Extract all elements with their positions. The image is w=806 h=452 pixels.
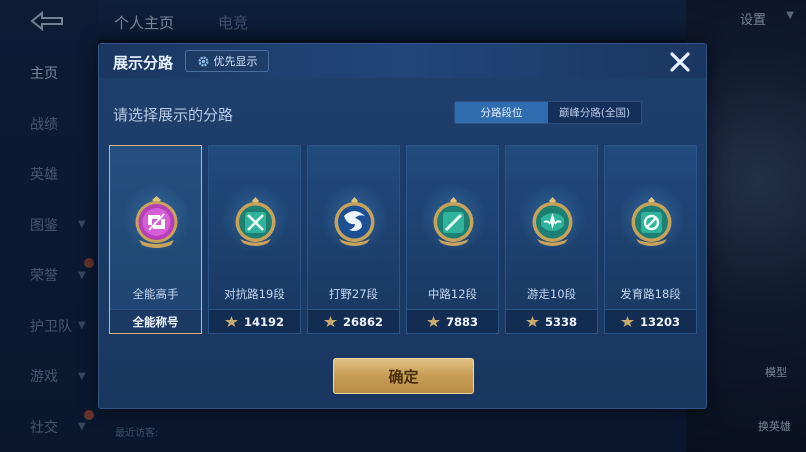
lane-card-name: 对抗路19段 (224, 287, 285, 301)
lane-card-footer: 14192 (209, 309, 300, 333)
lane-card-value: 7883 (445, 314, 478, 329)
confirm-button[interactable]: 确定 (333, 358, 474, 394)
roam-emblem-icon (532, 197, 573, 246)
lane-cards: 全能高手 全能称号 对抗路19段 14192 打野27段 26862 中路12段… (109, 145, 699, 335)
mid-lane-emblem-icon (433, 197, 474, 246)
combat-power-icon (323, 316, 337, 327)
lane-card-jungle[interactable]: 打野27段 26862 (307, 145, 400, 334)
lane-card-value: 全能称号 (132, 314, 179, 329)
lane-display-dialog: 展示分路 优先显示 请选择展示的分路 分路段位 巅峰分路(全国) 全能高手 全能… (98, 43, 707, 409)
jungle-dragon-emblem-icon (334, 197, 375, 246)
lane-card-name: 游走10段 (526, 287, 577, 301)
lane-card-mid[interactable]: 中路12段 7883 (406, 145, 499, 334)
toggle-lane-rank[interactable]: 分路段位 (455, 102, 548, 123)
lane-card-name: 全能高手 (132, 287, 179, 301)
lane-card-footer: 5338 (506, 309, 597, 333)
allround-emblem-icon (135, 196, 178, 248)
gear-icon (197, 55, 209, 67)
combat-power-icon (426, 316, 440, 327)
combat-power-icon (525, 316, 539, 327)
farm-lane-emblem-icon (631, 197, 672, 246)
lane-type-toggle: 分路段位 巅峰分路(全国) (454, 101, 642, 124)
dialog-subtitle: 请选择展示的分路 (113, 106, 234, 124)
lane-card-footer: 全能称号 (110, 309, 201, 333)
lane-card-footer: 7883 (407, 309, 498, 333)
close-icon[interactable] (668, 50, 692, 74)
clash-lane-emblem-icon (235, 197, 276, 246)
lane-card-value: 13203 (639, 314, 680, 329)
priority-display-label: 优先显示 (213, 55, 258, 68)
combat-power-icon (620, 316, 634, 327)
lane-card-name: 中路12段 (427, 287, 478, 301)
lane-card-clash[interactable]: 对抗路19段 14192 (208, 145, 301, 334)
dialog-title: 展示分路 (113, 54, 174, 72)
lane-card-footer: 13203 (605, 309, 696, 333)
priority-display-button[interactable]: 优先显示 (185, 50, 269, 72)
combat-power-icon (224, 316, 238, 327)
lane-card-farm[interactable]: 发育路18段 13203 (604, 145, 697, 334)
lane-card-value: 26862 (342, 314, 383, 329)
lane-card-value: 14192 (243, 314, 284, 329)
lane-card-allround[interactable]: 全能高手 全能称号 (109, 145, 202, 334)
lane-card-name: 打野27段 (328, 287, 379, 301)
lane-card-name: 发育路18段 (620, 287, 681, 301)
lane-card-roam[interactable]: 游走10段 5338 (505, 145, 598, 334)
toggle-peak-lane[interactable]: 巅峰分路(全国) (548, 102, 641, 123)
lane-card-footer: 26862 (308, 309, 399, 333)
lane-card-value: 5338 (544, 314, 577, 329)
